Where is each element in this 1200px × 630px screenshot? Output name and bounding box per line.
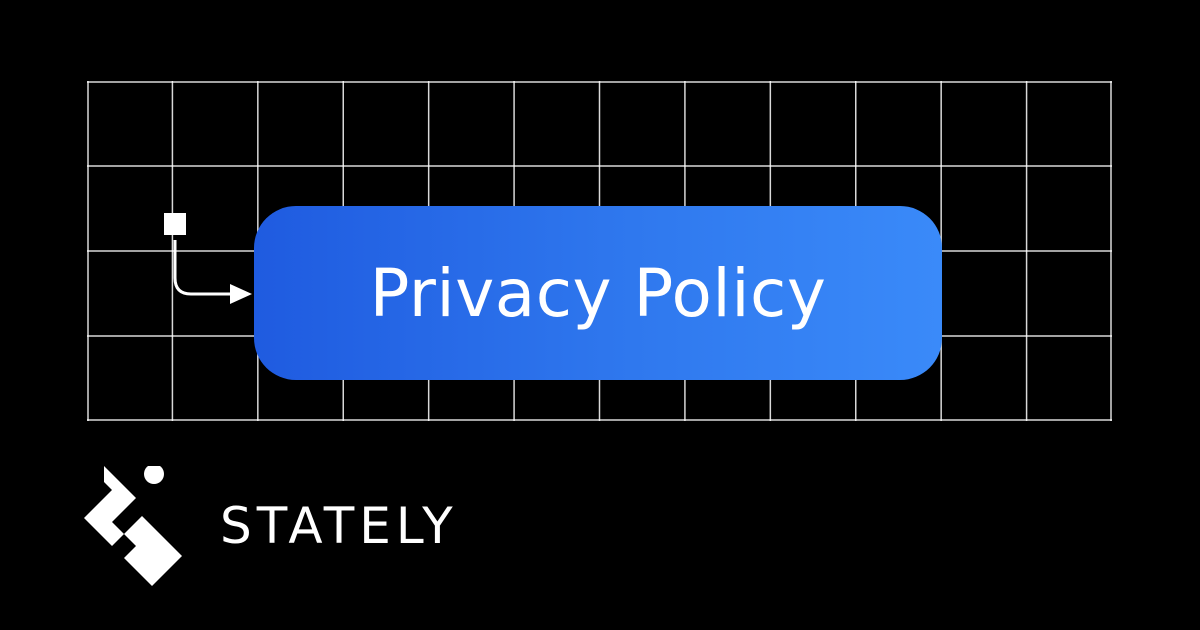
transition-arrow	[173, 240, 252, 304]
stately-logo-icon	[84, 466, 182, 586]
brand-name: STATELY	[220, 497, 458, 555]
logo-dot	[144, 466, 164, 484]
arrowhead-icon	[230, 284, 252, 304]
state-node[interactable]: Privacy Policy	[254, 206, 942, 380]
state-node-label: Privacy Policy	[369, 254, 827, 332]
logo-mark-shape	[84, 466, 182, 586]
transition-line	[173, 240, 232, 296]
